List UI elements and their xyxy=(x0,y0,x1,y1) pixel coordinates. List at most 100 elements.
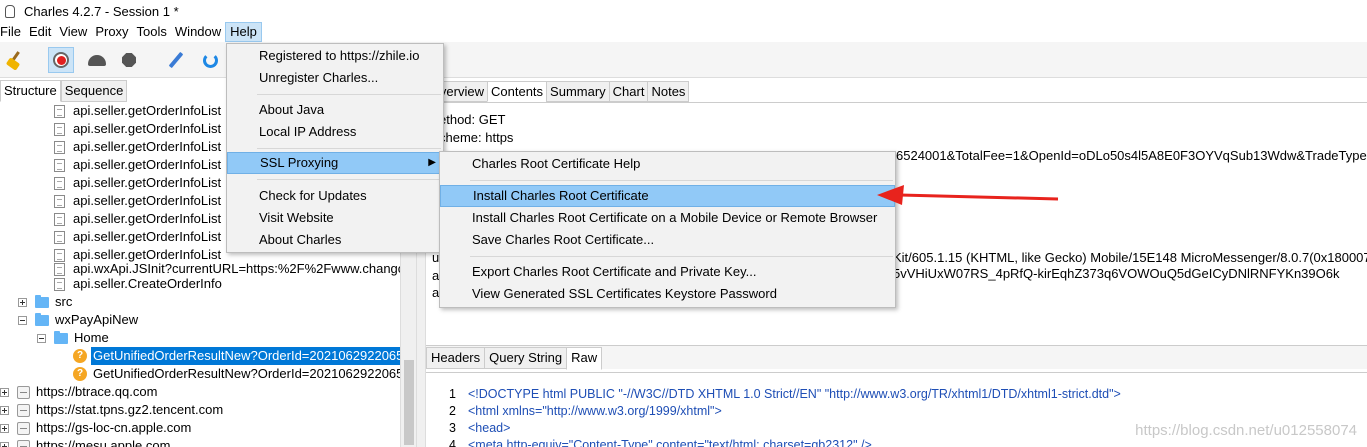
cookie-line: 5vVHiUxW07RS_4pRfQ-kirEqhZ373q6VOWOuQ5dG… xyxy=(893,266,1340,281)
tree-host[interactable]: https://btrace.qq.com xyxy=(0,383,157,401)
tree-item[interactable]: api.seller.getOrderInfoList xyxy=(54,102,221,120)
turtle-icon xyxy=(88,54,106,66)
repeat-button[interactable] xyxy=(197,47,223,73)
menu-tools[interactable]: Tools xyxy=(133,22,171,42)
throttle-button[interactable] xyxy=(84,47,110,73)
document-icon xyxy=(54,176,65,190)
menu-bar: File Edit View Proxy Tools Window Help xyxy=(0,22,1367,42)
menu-window[interactable]: Window xyxy=(171,22,225,42)
tree-host[interactable]: https://mesu.apple.com xyxy=(0,437,170,447)
host-icon xyxy=(17,439,30,447)
expand-icon[interactable] xyxy=(0,405,9,415)
compose-button[interactable] xyxy=(163,47,189,73)
record-button[interactable] xyxy=(48,47,74,73)
tree-item[interactable]: api.seller.getOrderInfoList xyxy=(54,120,221,138)
user-agent-line: Kit/605.1.15 (KHTML, like Gecko) Mobile/… xyxy=(893,250,1367,265)
document-icon xyxy=(54,277,65,291)
method-line: ethod: GET xyxy=(439,112,506,127)
document-icon xyxy=(54,262,65,276)
menu-item-install-root-cert[interactable]: Install Charles Root Certificate xyxy=(440,185,895,207)
detail-tabs: Overview Contents Summary Chart Notes xyxy=(426,81,690,102)
tab-headers[interactable]: Headers xyxy=(426,347,486,369)
body-view-tabs: Headers Query String Raw xyxy=(426,345,1367,370)
menu-proxy[interactable]: Proxy xyxy=(91,22,132,42)
menu-item-registered[interactable]: Registered to https://zhile.io xyxy=(227,45,443,67)
document-icon xyxy=(54,212,65,226)
charles-window: Charles 4.2.7 - Session 1 * File Edit Vi… xyxy=(0,0,1367,447)
tab-contents[interactable]: Contents xyxy=(487,81,548,102)
tree-item[interactable]: api.seller.CreateOrderInfo xyxy=(54,275,222,293)
title-bar: Charles 4.2.7 - Session 1 * xyxy=(0,0,1367,22)
toolbar xyxy=(0,42,1367,78)
scrollbar-thumb[interactable] xyxy=(404,360,414,445)
tree-item[interactable]: ? GetUnifiedOrderResultNew?OrderId=202106… xyxy=(73,365,400,383)
tree-host[interactable]: https://stat.tpns.gz2.tencent.com xyxy=(0,401,223,419)
menu-item-root-cert-help[interactable]: Charles Root Certificate Help xyxy=(440,153,895,175)
refresh-icon xyxy=(202,52,218,68)
tree-item[interactable]: api.seller.getOrderInfoList xyxy=(54,138,221,156)
tab-summary[interactable]: Summary xyxy=(546,81,610,102)
menu-item-save-root-cert[interactable]: Save Charles Root Certificate... xyxy=(440,229,895,251)
tab-sequence[interactable]: Sequence xyxy=(60,80,128,102)
raw-body-viewer: 1 <!DOCTYPE html PUBLIC "-//W3C//DTD XHTM… xyxy=(426,372,1367,447)
watermark: https://blog.csdn.net/u012558074 xyxy=(1135,422,1357,439)
menu-item-about-java[interactable]: About Java xyxy=(227,99,443,121)
tab-structure[interactable]: Structure xyxy=(0,80,61,102)
code-line: 2 <html xmlns="http://www.w3.org/1999/xht… xyxy=(449,404,722,418)
collapse-icon[interactable] xyxy=(37,333,46,343)
document-icon xyxy=(54,194,65,208)
expand-icon[interactable] xyxy=(0,441,9,447)
question-icon: ? xyxy=(73,349,87,363)
tree-item[interactable]: api.seller.getOrderInfoList xyxy=(54,210,221,228)
tree-item[interactable]: api.seller.getOrderInfoList xyxy=(54,156,221,174)
collapse-icon[interactable] xyxy=(18,315,27,325)
document-icon xyxy=(54,104,65,118)
document-icon xyxy=(54,140,65,154)
menu-file[interactable]: File xyxy=(0,22,25,42)
folder-icon xyxy=(35,294,49,308)
menu-item-local-ip[interactable]: Local IP Address xyxy=(227,121,443,143)
host-icon xyxy=(17,421,30,435)
menu-item-check-updates[interactable]: Check for Updates xyxy=(227,185,443,207)
host-icon xyxy=(17,403,30,417)
folder-icon xyxy=(35,312,49,326)
code-line: 1 <!DOCTYPE html PUBLIC "-//W3C//DTD XHTM… xyxy=(449,387,1121,401)
clear-session-button[interactable] xyxy=(2,47,28,73)
tree-host[interactable]: https://gs-loc-cn.apple.com xyxy=(0,419,191,437)
document-icon xyxy=(54,230,65,244)
tree-folder-wxpay[interactable]: wxPayApiNew xyxy=(18,311,138,329)
host-icon xyxy=(17,385,30,399)
menu-help[interactable]: Help xyxy=(225,22,262,42)
tab-notes[interactable]: Notes xyxy=(647,81,690,102)
code-line: 4 <meta http-equiv="Content-Type" content… xyxy=(449,438,872,447)
submenu-arrow-icon: ▶ xyxy=(428,157,436,168)
tree-item[interactable]: api.seller.getOrderInfoList xyxy=(54,228,221,246)
document-icon xyxy=(54,122,65,136)
ssl-proxying-submenu: Charles Root Certificate Help Install Ch… xyxy=(439,151,896,308)
menu-view[interactable]: View xyxy=(55,22,91,42)
tab-chart[interactable]: Chart xyxy=(608,81,649,102)
expand-icon[interactable] xyxy=(0,387,9,397)
menu-item-install-mobile[interactable]: Install Charles Root Certificate on a Mo… xyxy=(440,207,895,229)
tab-raw[interactable]: Raw xyxy=(566,347,603,370)
window-title: Charles 4.2.7 - Session 1 * xyxy=(24,3,179,19)
menu-item-export-cert[interactable]: Export Charles Root Certificate and Priv… xyxy=(440,261,895,283)
tree-item-selected[interactable]: ? GetUnifiedOrderResultNew?OrderId=202106… xyxy=(73,347,400,365)
menu-item-visit-website[interactable]: Visit Website xyxy=(227,207,443,229)
tree-folder-home[interactable]: Home xyxy=(37,329,109,347)
tab-query-string[interactable]: Query String xyxy=(484,347,568,369)
menu-edit[interactable]: Edit xyxy=(25,22,55,42)
help-menu: Registered to https://zhile.io Unregiste… xyxy=(226,43,444,253)
folder-icon xyxy=(54,330,68,344)
menu-item-view-keystore[interactable]: View Generated SSL Certificates Keystore… xyxy=(440,283,895,305)
expand-icon[interactable] xyxy=(0,423,9,433)
tree-item[interactable]: api.seller.getOrderInfoList xyxy=(54,174,221,192)
menu-item-unregister[interactable]: Unregister Charles... xyxy=(227,67,443,89)
record-icon xyxy=(53,52,69,68)
tree-item[interactable]: api.seller.getOrderInfoList xyxy=(54,192,221,210)
menu-item-ssl-proxying[interactable]: SSL Proxying ▶ xyxy=(227,152,443,174)
menu-item-about-charles[interactable]: About Charles xyxy=(227,229,443,251)
expand-icon[interactable] xyxy=(18,297,27,307)
breakpoints-button[interactable] xyxy=(116,47,142,73)
tree-folder-src[interactable]: src xyxy=(18,293,72,311)
